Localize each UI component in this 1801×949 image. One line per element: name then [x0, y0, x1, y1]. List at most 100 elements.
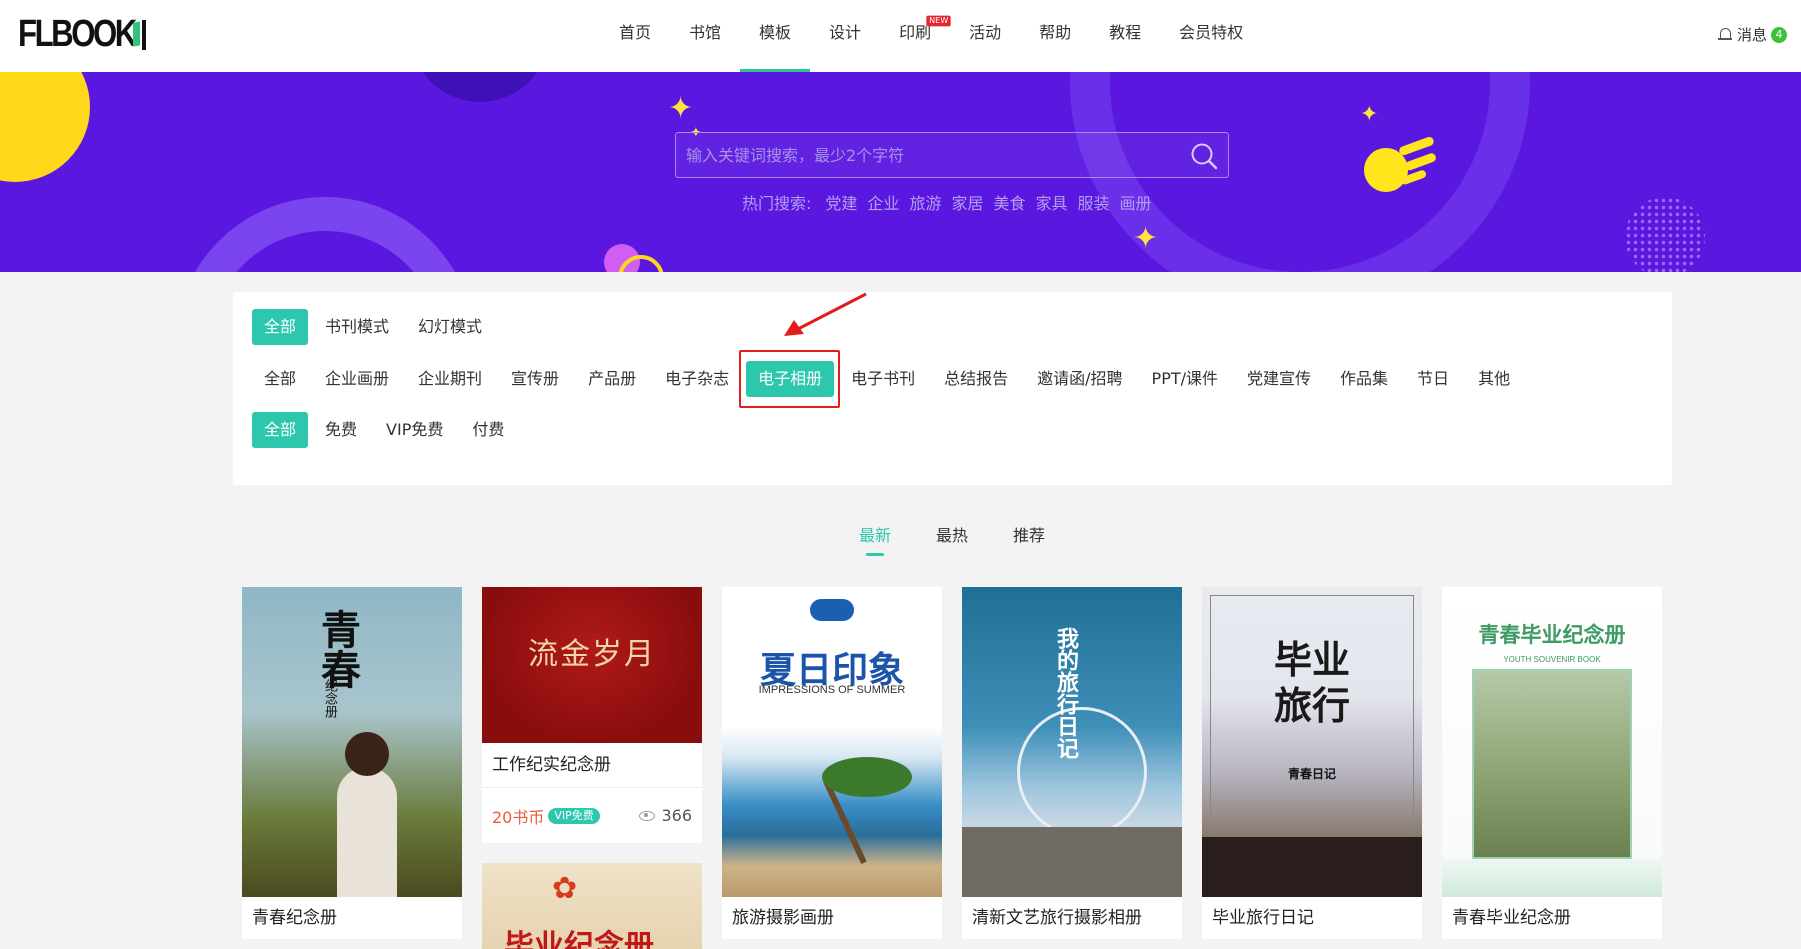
template-cover[interactable]: 青春 纪念册 [242, 587, 462, 897]
brand-logo-badge [810, 599, 854, 621]
template-title[interactable]: 清新文艺旅行摄影相册 [962, 897, 1182, 939]
template-card[interactable]: ✿ 毕业纪念册 [482, 863, 702, 949]
cover-title: 毕业旅行 [1274, 637, 1351, 728]
price-chip-paid[interactable]: 付费 [460, 412, 516, 448]
nav-label: 设计 [829, 23, 862, 42]
vip-free-badge: VIP免费 [548, 807, 600, 824]
search-input[interactable] [676, 133, 1166, 177]
category-chip[interactable]: 产品册 [576, 361, 648, 397]
price-filter-row: 全部 免费 VIP免费 付费 [252, 412, 521, 448]
maple-leaf-icon: ✿ [552, 871, 578, 906]
cover-subtitle: 纪念册 [322, 679, 337, 718]
search-icon[interactable] [1190, 142, 1218, 170]
nav-tutorials[interactable]: 教程 [1090, 0, 1160, 72]
nav-home[interactable]: 首页 [600, 0, 670, 72]
category-chip[interactable]: 作品集 [1328, 361, 1400, 397]
template-cover[interactable]: ✿ 毕业纪念册 [482, 863, 702, 949]
logo-book-icon [130, 18, 148, 50]
price-chip-vip-free[interactable]: VIP免费 [374, 412, 455, 448]
category-chip[interactable]: 邀请函/招聘 [1025, 361, 1134, 397]
cover-title: 青春毕业纪念册 [1478, 622, 1626, 647]
flbook-logo[interactable]: FLBOOK [18, 13, 148, 55]
category-chip[interactable]: 其他 [1466, 361, 1522, 397]
view-count: 366 [639, 806, 692, 825]
category-chip[interactable]: 总结报告 [932, 361, 1020, 397]
nav-label: 书馆 [689, 23, 722, 42]
comet-icon [1364, 136, 1436, 192]
nav-label: 帮助 [1039, 23, 1072, 42]
nav-print[interactable]: 印刷 NEW [880, 0, 951, 72]
template-title[interactable]: 工作纪实纪念册 [482, 743, 702, 787]
template-title[interactable]: 毕业旅行日记 [1202, 897, 1422, 939]
template-title[interactable]: 青春纪念册 [242, 897, 462, 939]
category-chip[interactable]: PPT/课件 [1140, 361, 1230, 397]
cover-title: 我的旅行日记 [1053, 627, 1079, 759]
template-cover[interactable]: 我的旅行日记 [962, 587, 1182, 897]
messages-label: 消息 [1736, 26, 1767, 44]
template-card[interactable]: 夏日印象 IMPRESSIONS OF SUMMER 旅游摄影画册 [722, 587, 942, 939]
message-count-badge: 4 [1771, 26, 1787, 43]
template-card[interactable]: 青春毕业纪念册 YOUTH SOUVENIR BOOK 青春毕业纪念册 [1442, 587, 1662, 939]
hot-term[interactable]: 美食 [993, 190, 1025, 214]
hot-term[interactable]: 党建 [825, 190, 857, 214]
nav-membership[interactable]: 会员特权 [1160, 0, 1262, 72]
category-chip[interactable]: 党建宣传 [1235, 361, 1323, 397]
annotation-arrow-icon [784, 292, 867, 336]
cover-photo [1472, 669, 1632, 859]
category-chip[interactable]: 电子杂志 [653, 361, 741, 397]
nav-label: 活动 [969, 23, 1002, 42]
nav-library[interactable]: 书馆 [670, 0, 740, 72]
filter-panel: 全部 书刊模式 幻灯模式 全部 企业画册 企业期刊 宣传册 产品册 电子杂志 电… [233, 292, 1672, 485]
template-cover[interactable]: 毕业旅行 青春日记 [1202, 587, 1422, 897]
category-chip[interactable]: 企业画册 [313, 361, 401, 397]
view-count-value: 366 [661, 806, 692, 825]
nav-templates[interactable]: 模板 [740, 0, 811, 72]
category-chip[interactable]: 企业期刊 [406, 361, 494, 397]
hot-term[interactable]: 服装 [1078, 190, 1110, 214]
cover-subtitle: IMPRESSIONS OF SUMMER [758, 684, 906, 696]
eye-icon [639, 810, 656, 821]
template-cover[interactable]: 夏日印象 IMPRESSIONS OF SUMMER [722, 587, 942, 897]
template-title[interactable]: 旅游摄影画册 [722, 897, 942, 939]
template-card[interactable]: 我的旅行日记 清新文艺旅行摄影相册 [962, 587, 1182, 939]
category-chip[interactable]: 宣传册 [499, 361, 571, 397]
cover-title: 青春 [314, 609, 361, 689]
mode-chip-all[interactable]: 全部 [252, 309, 309, 345]
messages-link[interactable]: 消息 4 [1717, 24, 1787, 45]
nav-design[interactable]: 设计 [810, 0, 880, 72]
dark-semicircle-decoration [410, 72, 550, 102]
hot-search-label: 热门搜索: [742, 194, 812, 213]
person-figure [337, 767, 397, 897]
template-title[interactable]: 青春毕业纪念册 [1442, 897, 1662, 939]
template-card[interactable]: 流金岁月 工作纪实纪念册 20书币 VIP免费 366 [482, 587, 702, 843]
bell-icon [1717, 27, 1732, 42]
price-chip-free[interactable]: 免费 [313, 412, 369, 448]
template-cover[interactable]: 流金岁月 [482, 587, 702, 743]
hot-term[interactable]: 家居 [951, 190, 983, 214]
sort-tab-hottest[interactable]: 最热 [936, 522, 968, 556]
cover-subtitle: 青春日记 [1287, 767, 1336, 781]
nav-help[interactable]: 帮助 [1020, 0, 1090, 72]
mode-chip-book[interactable]: 书刊模式 [313, 309, 401, 345]
nav-label: 教程 [1109, 23, 1142, 42]
category-chip[interactable]: 节日 [1405, 361, 1461, 397]
nav-events[interactable]: 活动 [950, 0, 1020, 72]
hot-term[interactable]: 画册 [1120, 190, 1152, 214]
top-header: FLBOOK 首页 书馆 模板 设计 印刷 NEW 活动 帮助 教程 会员特权 消… [0, 0, 1801, 72]
hot-term[interactable]: 旅游 [909, 190, 941, 214]
template-card[interactable]: 青春 纪念册 青春纪念册 [242, 587, 462, 939]
price-chip-all[interactable]: 全部 [252, 412, 309, 448]
template-card[interactable]: 毕业旅行 青春日记 毕业旅行日记 [1202, 587, 1422, 939]
template-cover[interactable]: 青春毕业纪念册 YOUTH SOUVENIR BOOK [1442, 587, 1662, 897]
sort-tab-recommended[interactable]: 推荐 [1013, 522, 1045, 556]
hot-term[interactable]: 家具 [1035, 190, 1067, 214]
hot-searches: 热门搜索: 党建 企业 旅游 家居 美食 家具 服装 画册 [742, 190, 1162, 214]
hot-term[interactable]: 企业 [867, 190, 899, 214]
category-chip[interactable]: 电子书刊 [839, 361, 927, 397]
search-box [675, 132, 1229, 178]
category-chip[interactable]: 全部 [252, 361, 308, 397]
sort-tab-latest[interactable]: 最新 [859, 522, 891, 556]
category-chip-selected[interactable]: 电子相册 [746, 361, 835, 397]
mode-chip-slide[interactable]: 幻灯模式 [406, 309, 494, 345]
cover-subtitle: YOUTH SOUVENIR BOOK [1503, 655, 1601, 664]
